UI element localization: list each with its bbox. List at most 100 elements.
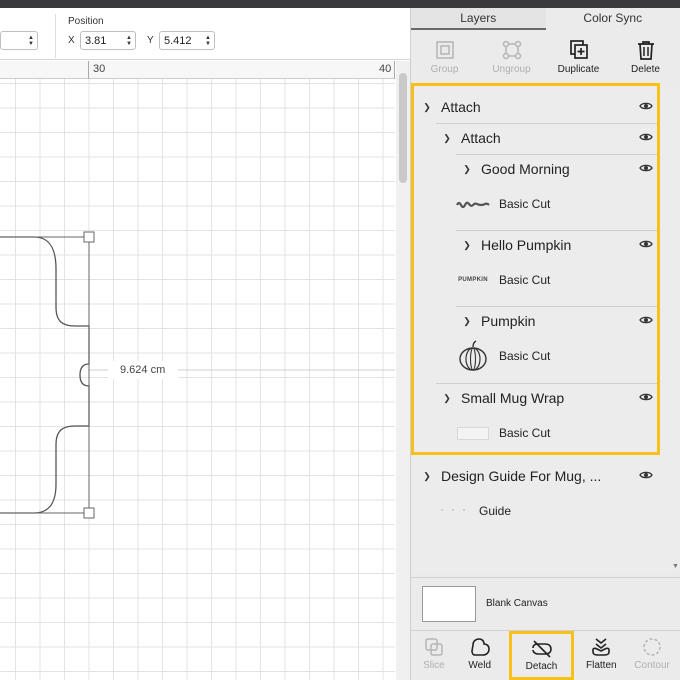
layer-operation: Basic Cut [499,197,551,211]
tab-layers[interactable]: Layers [411,8,546,30]
layer-row-small-mug-wrap[interactable]: ❯ Small Mug Wrap [441,383,653,413]
scroll-down-icon[interactable]: ▼ [672,563,679,570]
flatten-label: Flatten [586,660,617,671]
size-stepper[interactable]: ▲ ▼ [25,32,37,49]
duplicate-icon [569,40,588,59]
y-label: Y [147,35,154,46]
group-icon [435,41,454,59]
layer-row-design-guide[interactable]: ❯ Design Guide For Mug, ... [421,461,653,491]
detach-button[interactable]: Detach [508,631,575,680]
y-stepper[interactable]: ▲ ▼ [202,32,214,49]
layer-row-attach-outer[interactable]: ❯ Attach [421,92,653,122]
delete-button[interactable]: Delete [612,32,679,84]
chevron-down-icon[interactable]: ❯ [441,393,453,404]
weld-icon [470,638,490,656]
app-top-bar [0,0,680,8]
detach-label: Detach [525,661,558,672]
weld-button[interactable]: Weld [457,631,503,680]
flatten-button[interactable]: Flatten [578,631,624,680]
layer-item-good-morning-cut[interactable]: Basic Cut [455,184,635,224]
duplicate-button[interactable]: Duplicate [545,32,612,84]
trash-icon [637,41,654,60]
layer-operation: Guide [479,504,512,518]
layer-row-hello-pumpkin[interactable]: ❯ Hello Pumpkin [461,230,653,260]
layer-operation: Basic Cut [499,426,551,440]
chevron-down-icon[interactable]: ❯ [461,316,473,327]
ungroup-icon [502,40,521,60]
eye-icon[interactable] [639,101,653,111]
chevron-down-icon[interactable]: ❯ [421,102,433,113]
layer-operation: Basic Cut [499,273,551,287]
eye-icon[interactable] [639,239,653,249]
ruler-tick [88,61,89,79]
good-morning-thumbnail [455,189,491,219]
slice-icon [425,638,443,656]
layer-row-good-morning[interactable]: ❯ Good Morning [461,154,653,184]
ruler-tick [394,61,395,79]
layer-actions: Group Ungroup Duplicate Delete [411,32,680,84]
detach-icon [531,640,552,658]
slice-button[interactable]: Slice [411,631,457,680]
layer-name: Small Mug Wrap [461,390,565,406]
design-canvas[interactable]: 9.624 cm [0,79,395,680]
layer-row-pumpkin[interactable]: ❯ Pumpkin [461,306,653,336]
duplicate-label: Duplicate [557,64,600,75]
eye-icon[interactable] [639,470,653,480]
x-position-field[interactable]: 3.81 ▲ ▼ [80,31,136,50]
tab-color-sync[interactable]: Color Sync [546,8,680,30]
horizontal-ruler: 30 40 [0,61,395,79]
group-button[interactable]: Group [411,32,478,84]
contour-label: Contour [634,660,670,671]
canvas-vertical-scrollbar[interactable] [396,61,410,680]
y-position-field[interactable]: 5.412 ▲ ▼ [159,31,215,50]
layer-operation: Basic Cut [499,349,551,363]
position-label: Position [68,16,104,27]
eye-icon[interactable] [639,163,653,173]
chevron-down-icon[interactable]: ❯ [421,471,433,482]
layer-name: Hello Pumpkin [481,237,572,253]
layer-item-small-mug-wrap-cut[interactable]: Basic Cut [455,413,635,453]
chevron-down-icon[interactable]: ❯ [441,133,453,144]
layer-name: Good Morning [481,161,570,177]
resize-handle-top-right [83,231,95,243]
ruler-mark-30: 30 [93,63,106,75]
guide-thumbnail [435,496,471,526]
slice-label: Slice [423,660,445,671]
hello-pumpkin-thumb-text: PUMPKIN [458,277,488,283]
hello-pumpkin-thumbnail: PUMPKIN [455,265,491,295]
weld-label: Weld [468,660,492,671]
position-toolbar: ▲ ▼ Position X 3.81 ▲ ▼ Y 5.412 ▲ ▼ [0,8,411,60]
eye-icon[interactable] [639,315,653,325]
bottom-actions: Slice Weld Detach Flatten Contour [411,630,680,680]
layers-scrollbar[interactable]: ▼ [670,86,680,572]
layer-name: Pumpkin [481,313,536,329]
x-stepper[interactable]: ▲ ▼ [123,32,135,49]
flatten-icon [592,638,611,656]
ungroup-label: Ungroup [492,64,531,75]
layer-item-design-guide[interactable]: Guide [435,491,615,531]
layer-row-attach-inner[interactable]: ❯ Attach [441,123,653,153]
layers-list: ❯ Attach ❯ Attach ❯ Good Morning Basic C… [411,86,680,572]
chevron-down-icon[interactable]: ❯ [461,240,473,251]
contour-icon [643,638,661,656]
blank-canvas-label: Blank Canvas [486,598,548,609]
group-label: Group [430,64,459,75]
x-position-value: 3.81 [85,34,107,47]
layer-item-pumpkin-cut[interactable]: Basic Cut [455,336,635,376]
dimension-label: 9.624 cm [120,364,166,376]
ungroup-button[interactable]: Ungroup [478,32,545,84]
layer-name: Attach [461,130,501,146]
eye-icon[interactable] [639,132,653,142]
scrollbar-thumb[interactable] [399,73,407,183]
layer-name: Design Guide For Mug, ... [441,468,602,484]
chevron-down-icon[interactable]: ❯ [461,164,473,175]
toolbar-divider [55,14,56,58]
contour-button[interactable]: Contour [624,631,680,680]
mug-wrap-outline [0,236,90,514]
canvas-swatch[interactable] [422,586,476,622]
size-field[interactable]: ▲ ▼ [0,31,38,50]
ruler-mark-40: 40 [379,63,392,75]
layer-item-hello-pumpkin-cut[interactable]: PUMPKIN Basic Cut [455,260,635,300]
eye-icon[interactable] [639,392,653,402]
blank-canvas-row[interactable]: Blank Canvas [411,577,680,629]
